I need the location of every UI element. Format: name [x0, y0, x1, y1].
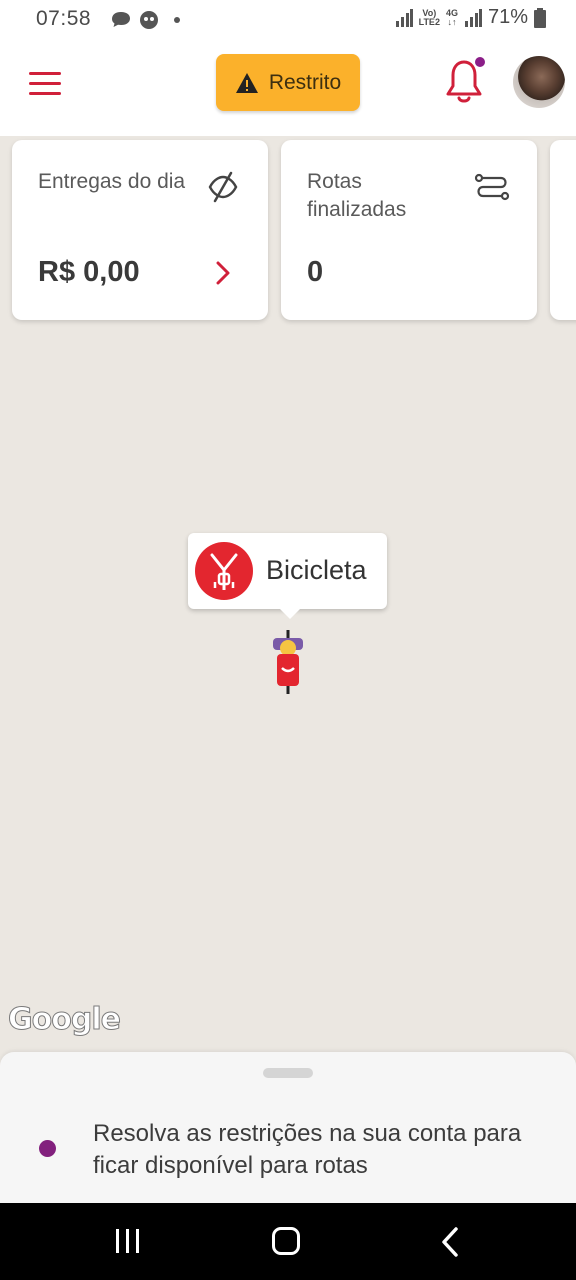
- routes-card-value: 0: [307, 256, 324, 288]
- vehicle-label: Bicicleta: [266, 555, 367, 585]
- restricted-status-button[interactable]: Restrito: [216, 54, 360, 111]
- summary-cards: Entregas do dia R$ 0,00 Rotas finalizada…: [0, 140, 576, 322]
- notification-icons: [110, 9, 180, 31]
- more-notifications-dot: [174, 17, 180, 23]
- deliveries-card-label: Entregas do dia: [38, 170, 186, 193]
- signal-icon-2: [464, 8, 482, 27]
- recent-apps-icon[interactable]: [114, 1229, 142, 1253]
- signal-icon: [395, 8, 413, 27]
- bottom-sheet[interactable]: Resolva as restrições na sua conta para …: [0, 1052, 576, 1203]
- restricted-status-label: Restrito: [268, 70, 342, 94]
- status-time: 07:58: [36, 7, 92, 30]
- avatar[interactable]: [513, 56, 565, 108]
- system-navigation-bar: [0, 1203, 576, 1280]
- hidden-value-icon[interactable]: [204, 170, 242, 204]
- route-icon: [474, 173, 510, 201]
- routes-card-label: Rotas finalizadas: [307, 170, 407, 221]
- status-dot: [39, 1140, 56, 1157]
- routes-card[interactable]: Rotas finalizadas 0: [281, 140, 537, 320]
- notification-badge: [475, 57, 485, 67]
- back-icon[interactable]: [440, 1227, 460, 1257]
- menu-icon[interactable]: [29, 72, 61, 95]
- bicycle-icon: [195, 542, 253, 600]
- battery-icon: [534, 7, 546, 28]
- next-card-partial[interactable]: [550, 140, 576, 320]
- warning-icon: [235, 72, 258, 93]
- battery-percent: 71%: [487, 6, 528, 28]
- sheet-drag-handle[interactable]: [263, 1068, 313, 1078]
- deliveries-card[interactable]: Entregas do dia R$ 0,00: [12, 140, 268, 320]
- chat-icon: [112, 12, 130, 27]
- courier-location-icon[interactable]: [268, 630, 308, 694]
- top-app-bar: Restrito: [0, 40, 576, 136]
- restriction-message[interactable]: Resolva as restrições na sua conta para …: [93, 1118, 533, 1182]
- google-logo: Google: [8, 1002, 122, 1038]
- deliveries-card-value: R$ 0,00: [38, 256, 140, 288]
- chevron-right-icon[interactable]: [216, 261, 230, 285]
- 4g-indicator: 4G ↓↑: [445, 7, 458, 27]
- volte-indicator: Vo) LTE2: [418, 7, 440, 27]
- home-button[interactable]: [272, 1227, 300, 1255]
- vehicle-tooltip[interactable]: Bicicleta: [188, 533, 387, 619]
- status-bar: 07:58 Vo) LTE2 4G ↓↑ 71%: [0, 0, 576, 40]
- app-notification-icon: [140, 11, 158, 29]
- system-indicators: Vo) LTE2 4G ↓↑ 71%: [395, 6, 546, 29]
